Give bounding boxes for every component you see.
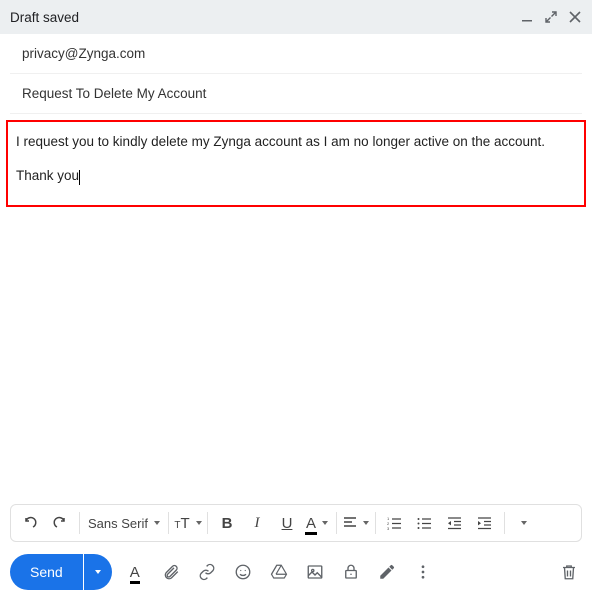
more-options-button[interactable] [410,559,436,585]
text-color-icon: A [306,515,316,532]
header-actions [520,10,582,24]
text-size-icon: TT [174,515,189,532]
align-button[interactable] [341,508,371,538]
attach-file-button[interactable] [158,559,184,585]
subject-field[interactable]: Request To Delete My Account [10,74,582,114]
send-options-button[interactable] [84,554,112,590]
chevron-down-icon [196,521,202,525]
separator [168,512,169,534]
formatting-toolbar: Sans Serif TT B I U A 123 [10,504,582,542]
compose-header: Draft saved [0,0,592,34]
discard-draft-button[interactable] [556,559,582,585]
actions-row: Send A [10,554,582,590]
font-family-label: Sans Serif [88,516,148,531]
insert-signature-button[interactable] [374,559,400,585]
send-button[interactable]: Send [10,554,83,590]
separator [504,512,505,534]
insert-photo-button[interactable] [302,559,328,585]
body-editor[interactable]: I request you to kindly delete my Zynga … [6,120,586,207]
compose-bottom: Sans Serif TT B I U A 123 [0,504,592,600]
numbered-list-button[interactable]: 123 [380,508,410,538]
bulleted-list-button[interactable] [410,508,440,538]
to-field[interactable]: privacy@Zynga.com [10,34,582,74]
font-size-button[interactable]: TT [173,508,203,538]
bold-button[interactable]: B [212,508,242,538]
formatting-options-button[interactable]: A [122,559,148,585]
confidential-mode-button[interactable] [338,559,364,585]
send-group: Send [10,554,112,590]
compose-fields: privacy@Zynga.com Request To Delete My A… [0,34,592,207]
separator [79,512,80,534]
font-family-select[interactable]: Sans Serif [84,508,164,538]
more-formatting-button[interactable] [509,508,539,538]
indent-less-button[interactable] [440,508,470,538]
chevron-down-icon [322,521,328,525]
insert-drive-button[interactable] [266,559,292,585]
separator [375,512,376,534]
header-title: Draft saved [10,10,79,25]
close-icon[interactable] [568,10,582,24]
text-color-button[interactable]: A [302,508,332,538]
chevron-down-icon [363,521,369,525]
insert-emoji-button[interactable] [230,559,256,585]
redo-button[interactable] [45,508,75,538]
svg-text:3: 3 [387,526,390,531]
indent-more-button[interactable] [470,508,500,538]
body-line-2: Thank you [16,166,576,186]
undo-button[interactable] [15,508,45,538]
minimize-icon[interactable] [520,10,534,24]
chevron-down-icon [154,521,160,525]
insert-link-button[interactable] [194,559,220,585]
expand-icon[interactable] [544,10,558,24]
chevron-down-icon [95,570,101,574]
body-line-1: I request you to kindly delete my Zynga … [16,132,576,152]
underline-button[interactable]: U [272,508,302,538]
chevron-down-icon [521,521,527,525]
separator [336,512,337,534]
italic-button[interactable]: I [242,508,272,538]
text-cursor [79,170,80,185]
separator [207,512,208,534]
format-A-icon: A [130,564,140,581]
